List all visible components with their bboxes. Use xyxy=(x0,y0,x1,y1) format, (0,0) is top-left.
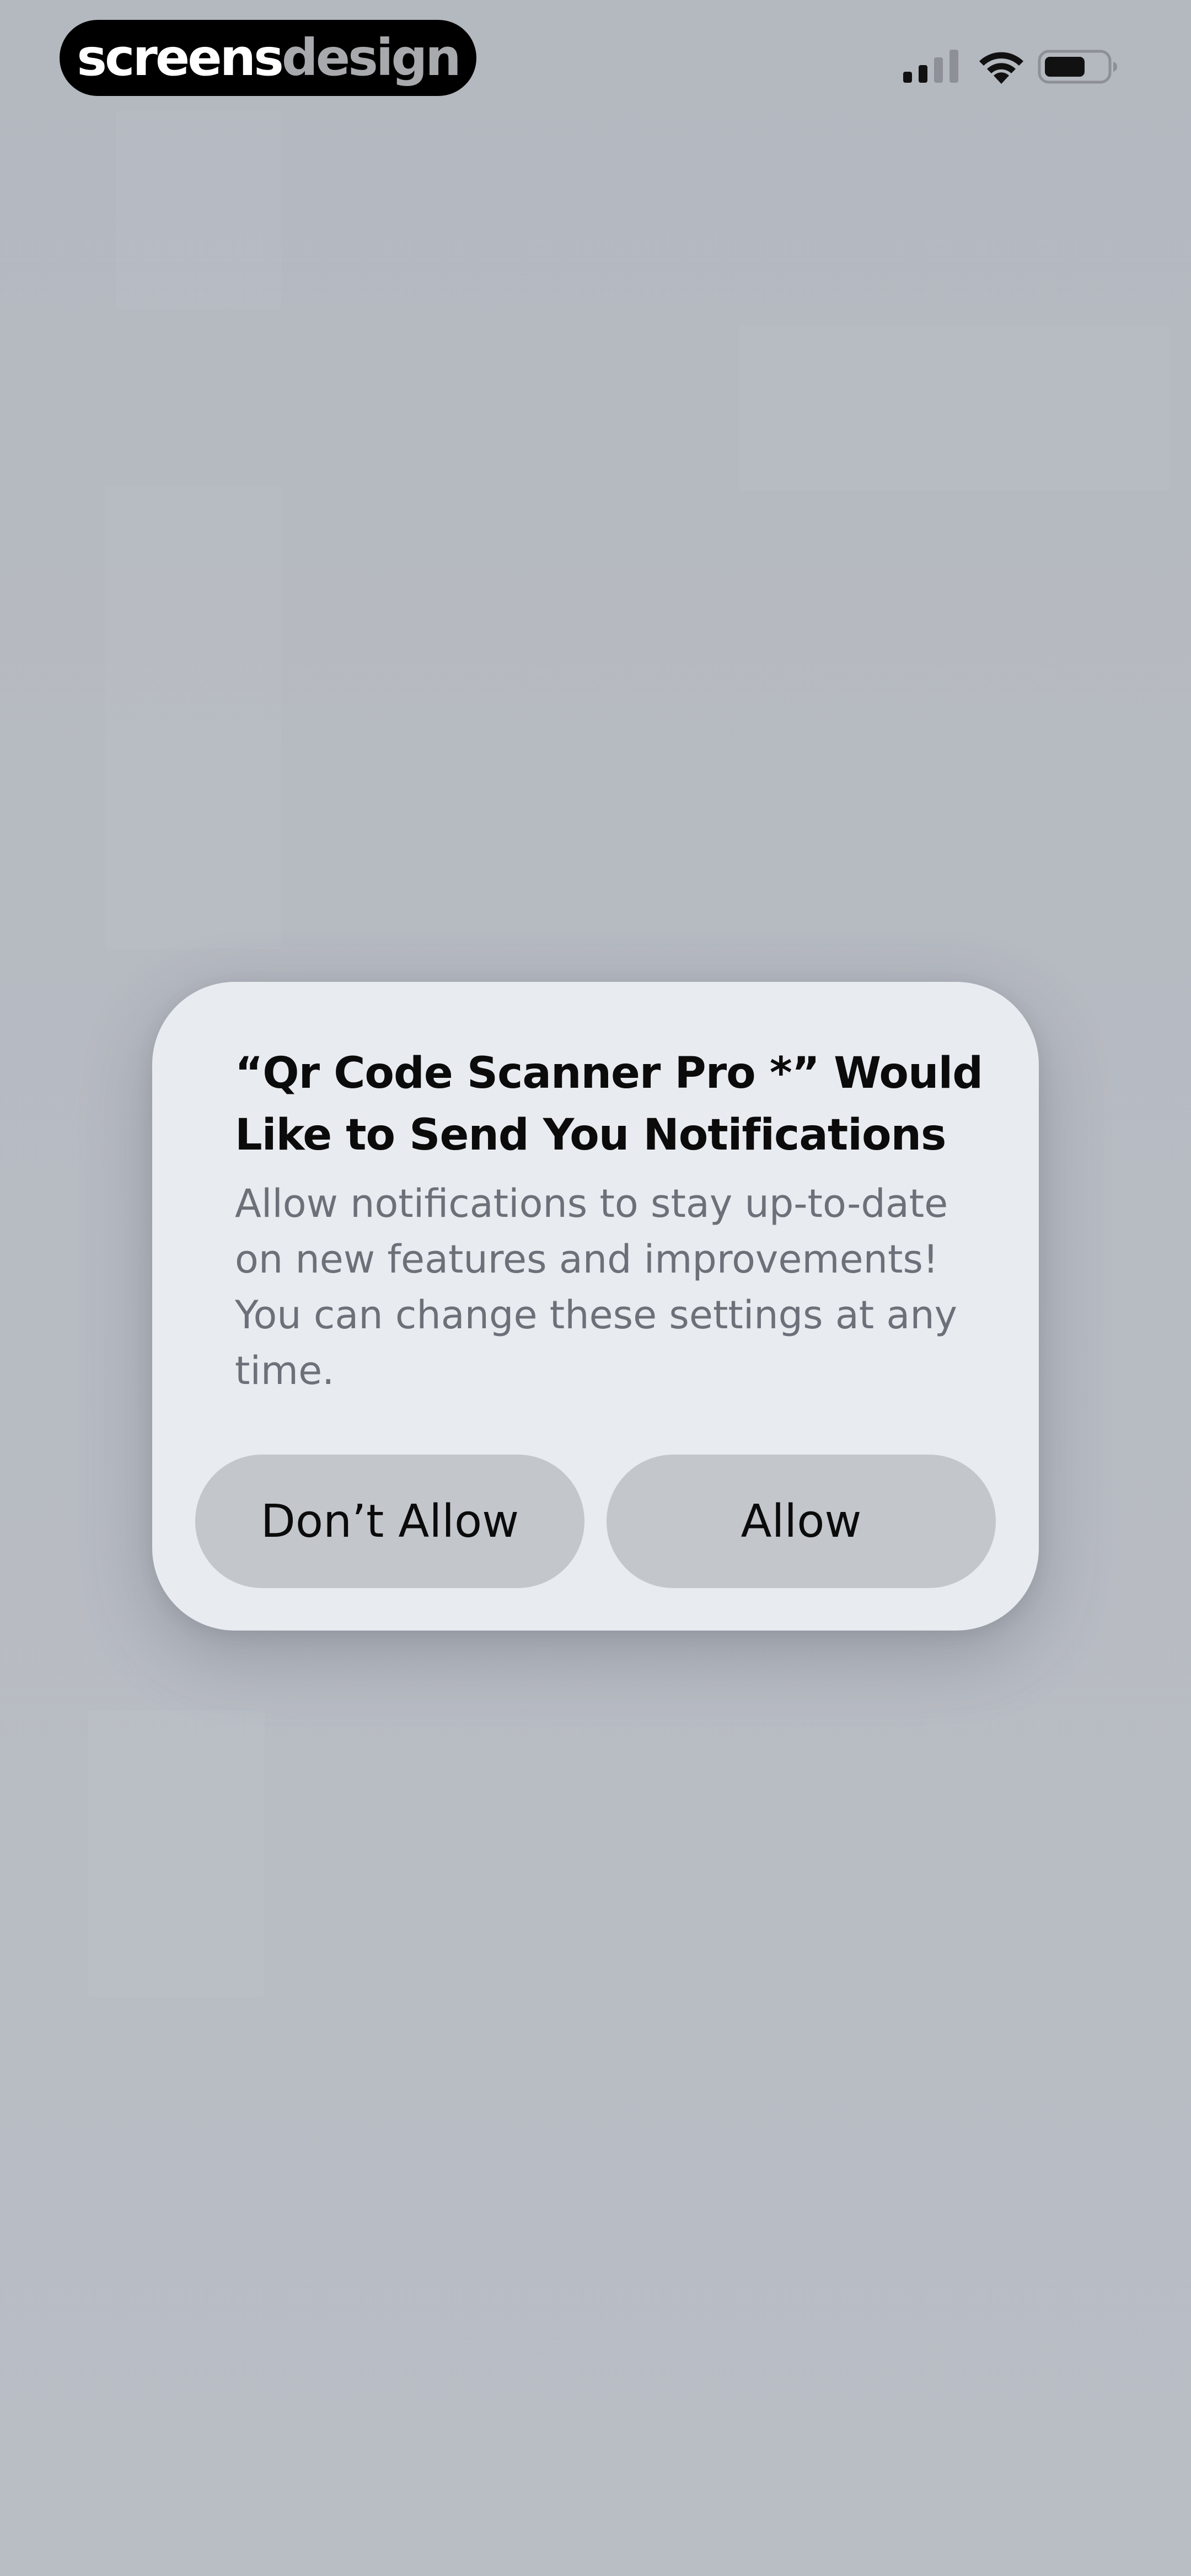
battery-icon xyxy=(1038,50,1117,84)
brand-logo: screens design xyxy=(60,20,476,96)
brand-logo-part1: screens xyxy=(77,28,284,87)
background-shape xyxy=(105,485,281,949)
background-shape xyxy=(739,325,1169,491)
allow-button[interactable]: Allow xyxy=(607,1455,996,1588)
alert-title: “Qr Code Scanner Pro *” Would Like to Se… xyxy=(235,1049,983,1160)
background-shape xyxy=(88,1710,265,1997)
background-shape xyxy=(116,110,281,309)
signal-icon xyxy=(903,50,958,83)
notification-permission-alert: “Qr Code Scanner Pro *” Would Like to Se… xyxy=(152,982,1039,1631)
brand-logo-part2: design xyxy=(281,28,462,87)
status-bar: screens design xyxy=(0,0,1191,121)
status-icons xyxy=(893,44,1125,88)
alert-message: Allow notifications to stay up-to-date o… xyxy=(235,1181,958,1393)
dont-allow-button[interactable]: Don’t Allow xyxy=(195,1455,584,1588)
wifi-icon xyxy=(979,52,1023,84)
